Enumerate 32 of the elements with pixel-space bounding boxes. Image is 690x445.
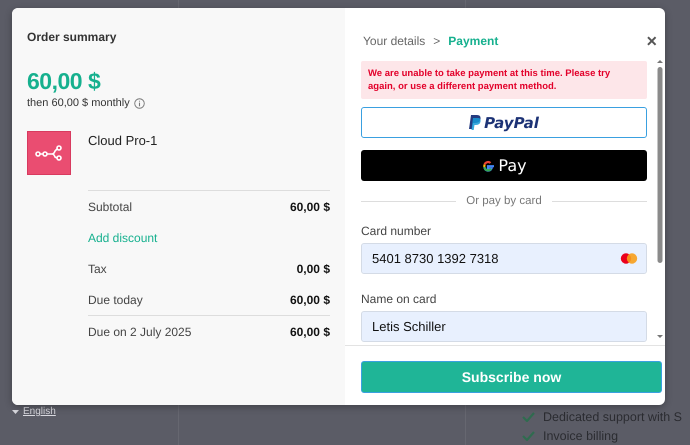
name-field[interactable]: Letis Schiller [361, 311, 647, 342]
google-logo-icon [481, 158, 496, 172]
paypal-logo-icon [469, 115, 482, 130]
google-pay-button[interactable]: Pay [361, 150, 647, 181]
row-label: Subtotal [88, 200, 132, 214]
row-value: 60,00 $ [290, 292, 330, 306]
breadcrumb-step[interactable]: Your details [363, 34, 426, 48]
field-label: Name on card [361, 292, 438, 306]
row-label: Tax [88, 262, 107, 276]
recurring-note: then 60,00 $ monthly [27, 97, 130, 109]
card-brand-icon [620, 253, 638, 264]
error-message: We are unable to take payment at this time. Please try again, or use a different payment method. [361, 61, 647, 99]
card-number-field[interactable]: 5401 8730 1392 7318 [361, 243, 647, 274]
product-name: Cloud Pro-1 [88, 133, 158, 150]
paypal-button[interactable]: PayPal [361, 107, 647, 138]
row-value: 60,00 $ [290, 200, 330, 214]
breadcrumb-separator: > [433, 34, 440, 48]
row-value: 60,00 $ [290, 324, 330, 338]
close-button[interactable]: × [646, 32, 657, 50]
product-icon [27, 131, 71, 175]
divider-text: Or pay by card [466, 195, 542, 207]
caret-icon [12, 410, 19, 414]
price: 60,00 $ [27, 68, 102, 95]
row-label: Due today [88, 292, 143, 306]
check-icon [522, 412, 535, 422]
row-value: 0,00 $ [296, 262, 330, 276]
language-link[interactable]: English [23, 406, 56, 417]
field-label: Card number [361, 224, 432, 238]
check-icon [522, 430, 535, 440]
info-icon[interactable] [134, 98, 145, 108]
row-label: Due on 2 July 2025 [88, 324, 192, 338]
panel-title: Order summary [27, 30, 118, 44]
